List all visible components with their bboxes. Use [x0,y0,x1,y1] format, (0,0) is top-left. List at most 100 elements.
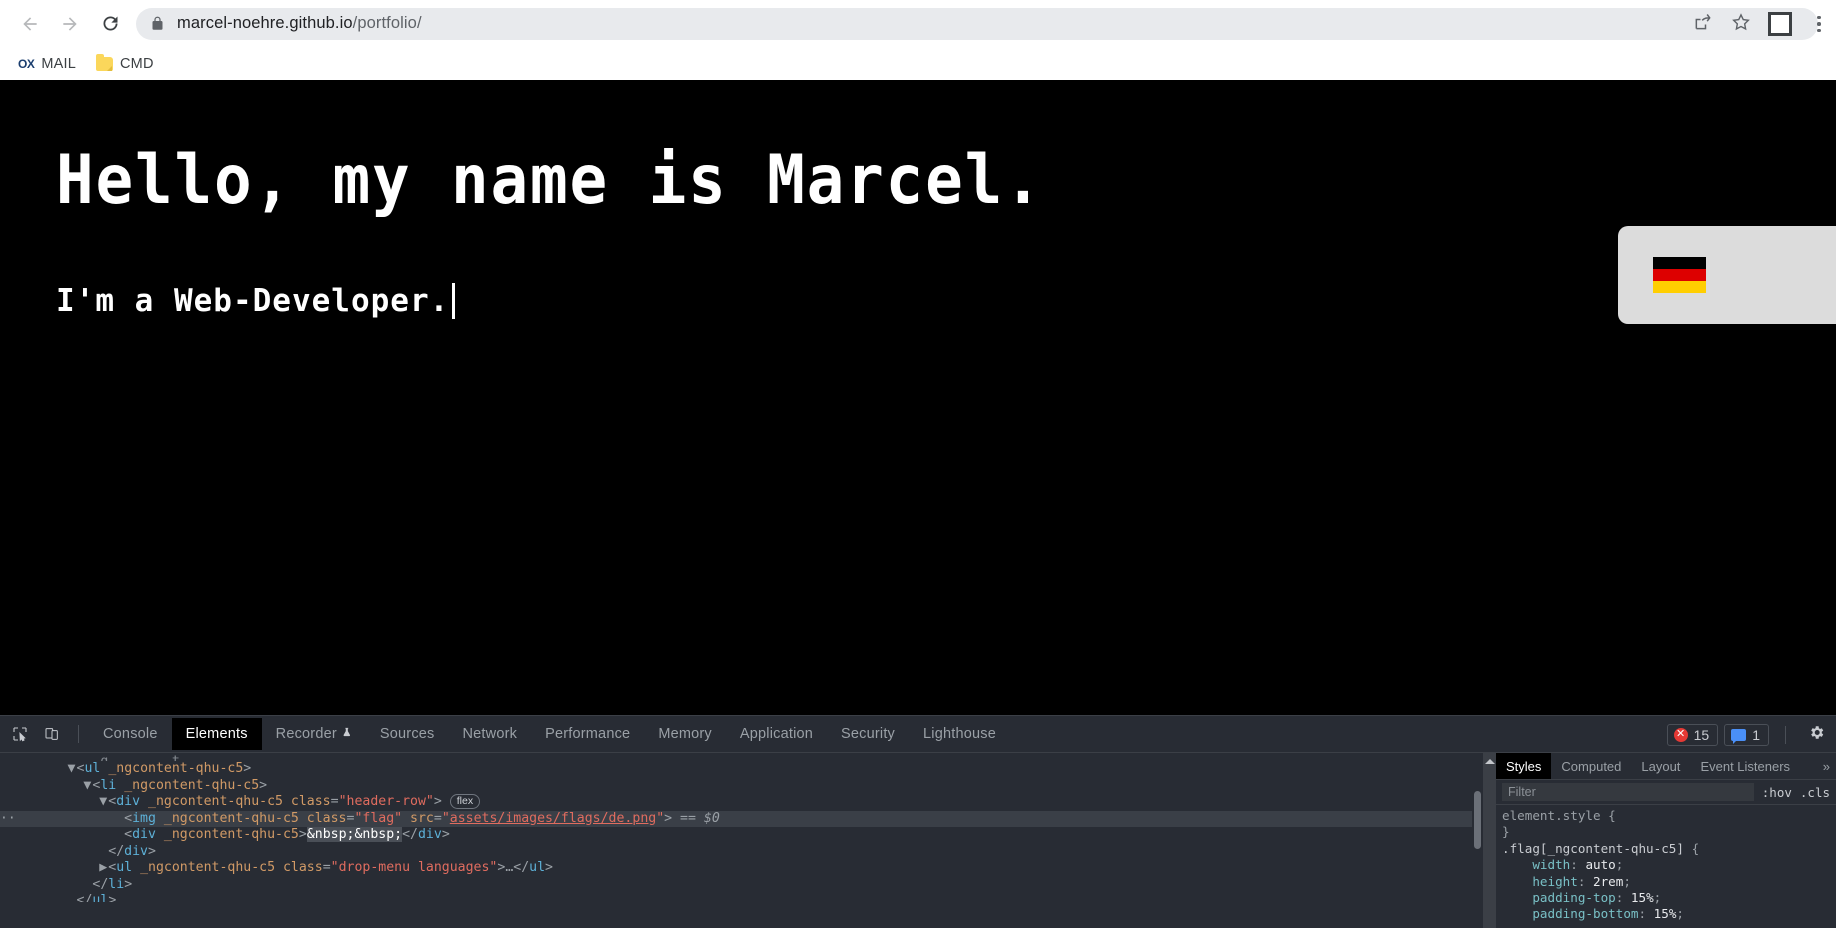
star-icon [1731,12,1751,37]
bookmark-mail[interactable]: OX MAIL [10,52,84,76]
dom-token: "drop-menu languages" [330,860,498,875]
bookmark-label: CMD [120,55,154,72]
dom-token: _ngcontent-qhu-c5 [140,794,283,809]
subtitle-text: I'm a Web-Developer. [56,283,450,320]
tab-memory[interactable]: Memory [644,718,726,750]
info-message-icon [1731,728,1747,744]
styles-tabbar: Styles Computed Layout Event Listeners » [1496,753,1836,780]
error-circle-icon: ✕ [1673,727,1688,742]
tab-sources[interactable]: Sources [366,718,449,750]
tab-computed[interactable]: Computed [1551,753,1631,779]
disclosure-triangle-icon[interactable]: ▼ [99,794,108,811]
disclosure-triangle-icon[interactable]: ▼ [68,761,77,778]
page-viewport: Hello, my name is Marcel. I'm a Web-Deve… [0,80,1836,715]
hov-toggle[interactable]: :hov [1762,785,1792,800]
tab-recorder-label: Recorder [275,726,337,742]
dom-token: = [433,810,442,826]
dom-tree-scrollbar[interactable] [1472,753,1483,928]
tab-network[interactable]: Network [449,718,532,750]
styles-rules[interactable]: element.style {} .flag[_ngcontent-qhu-c5]… [1496,805,1836,928]
devtools-element-highlight [1618,226,1836,324]
profile-button[interactable] [1760,5,1798,43]
german-flag-icon[interactable] [1653,256,1706,294]
dom-node[interactable]: </div> [0,844,1483,861]
dom-node[interactable]: </li> [0,877,1483,894]
dom-token: _ngcontent-qhu-c5 [155,810,299,826]
dom-token: ul [92,893,109,902]
reload-icon [100,13,121,34]
dom-node[interactable]: ▼<ul _ngcontent-qhu-c5> [0,761,1483,778]
message-count-badge[interactable]: 1 [1724,723,1769,746]
dom-node[interactable]: ▼<li _ngcontent-qhu-c5> [0,778,1483,795]
dom-token: > [124,876,133,892]
css-declaration[interactable]: padding-top: 15%; [1502,890,1836,906]
dom-node[interactable]: ▼<div _ngcontent-qhu-c5 class="header-ro… [0,794,1483,811]
error-count-badge[interactable]: ✕ 15 [1666,723,1719,746]
dom-node[interactable]: </ul> [0,893,1483,902]
bookmark-button[interactable] [1722,5,1760,43]
tab-recorder[interactable]: Recorder [262,718,366,750]
disclosure-triangle-icon[interactable]: ▶ [99,860,108,877]
dom-token: > [545,860,553,875]
dom-node-selected[interactable]: ·· <img _ngcontent-qhu-c5 class = "flag" s… [0,810,1483,827]
devtools-panel: Console Elements Recorder Sources Networ… [0,715,1836,928]
dom-token: = [322,860,331,875]
device-toolbar-icon[interactable] [37,720,67,748]
dom-token: _g [92,754,108,761]
styles-filter-input[interactable] [1502,783,1754,801]
error-count: 15 [1693,726,1710,743]
css-selector[interactable]: .flag[_ngcontent-qhu-c5] { [1502,841,1836,857]
resource-link[interactable]: assets/images/flags/de.png [450,811,656,826]
css-declaration[interactable]: height: 2rem; [1502,874,1836,890]
scrollbar-thumb[interactable] [1474,791,1481,849]
tab-console[interactable]: Console [89,718,172,750]
tab-security[interactable]: Security [827,718,909,750]
dom-token: " [656,810,665,826]
lock-icon[interactable] [150,16,165,31]
tab-lighthouse[interactable]: Lighthouse [909,718,1010,750]
address-bar[interactable]: marcel-noehre.github.io/portfolio/ [136,7,1818,40]
more-tabs-button[interactable]: » [1819,753,1834,780]
dom-node[interactable]: ▶<ul _ngcontent-qhu-c5 class="drop-menu … [0,860,1483,877]
dom-token: _ngcontent-qhu-c5 [132,860,276,875]
inspect-element-icon[interactable] [5,720,35,748]
forward-button[interactable] [50,4,90,44]
dom-node[interactable]: <div _ngcontent-qhu-c5>&nbsp;&nbsp;</div… [0,827,1483,844]
tab-performance[interactable]: Performance [531,718,644,750]
status-divider [1785,725,1786,744]
dom-token: </ [402,827,418,842]
css-declaration[interactable]: width: auto; [1502,857,1836,873]
message-count: 1 [1752,726,1760,743]
tab-styles[interactable]: Styles [1496,753,1552,779]
dom-token: _ngcontent-qhu-c5 [155,827,299,842]
back-button[interactable] [10,4,50,44]
tab-layout[interactable]: Layout [1631,753,1690,779]
dom-token: &nbsp;&nbsp; [306,827,403,842]
tab-event-listeners[interactable]: Event Listeners [1690,753,1800,779]
tab-elements[interactable]: Elements [171,718,262,750]
reload-button[interactable] [90,4,130,44]
css-selector[interactable]: element.style { [1502,808,1836,824]
bookmark-cmd[interactable]: CMD [88,52,162,76]
browser-toolbar: marcel-noehre.github.io/portfolio/ [0,0,1836,47]
dom-token: > [108,893,117,902]
flex-badge[interactable]: flex [449,794,481,809]
dom-token: _ngcontent-qhu-c5 [100,761,244,776]
browser-chrome: marcel-noehre.github.io/portfolio/ OX MA… [0,0,1836,80]
dom-node[interactable]: _g t [0,754,1483,761]
dom-token: < [124,827,133,842]
share-button[interactable] [1684,5,1722,43]
dom-token: img [132,810,156,826]
page-subtitle: I'm a Web-Developer. [56,283,1836,320]
omnibox-actions [1684,4,1798,44]
panel-splitter[interactable] [1483,753,1496,928]
dom-token: li [100,777,117,793]
dom-tree-pane[interactable]: _g t ▼<ul _ngcontent-qhu-c5> ▼<li _ngcon… [0,753,1483,928]
tab-application[interactable]: Application [726,718,827,750]
css-declaration[interactable]: padding-bottom: 15%; [1502,906,1836,922]
settings-button[interactable] [1802,721,1830,749]
dom-token: > [664,810,681,826]
cls-toggle[interactable]: .cls [1800,785,1830,800]
browser-menu-button[interactable] [1806,10,1832,38]
